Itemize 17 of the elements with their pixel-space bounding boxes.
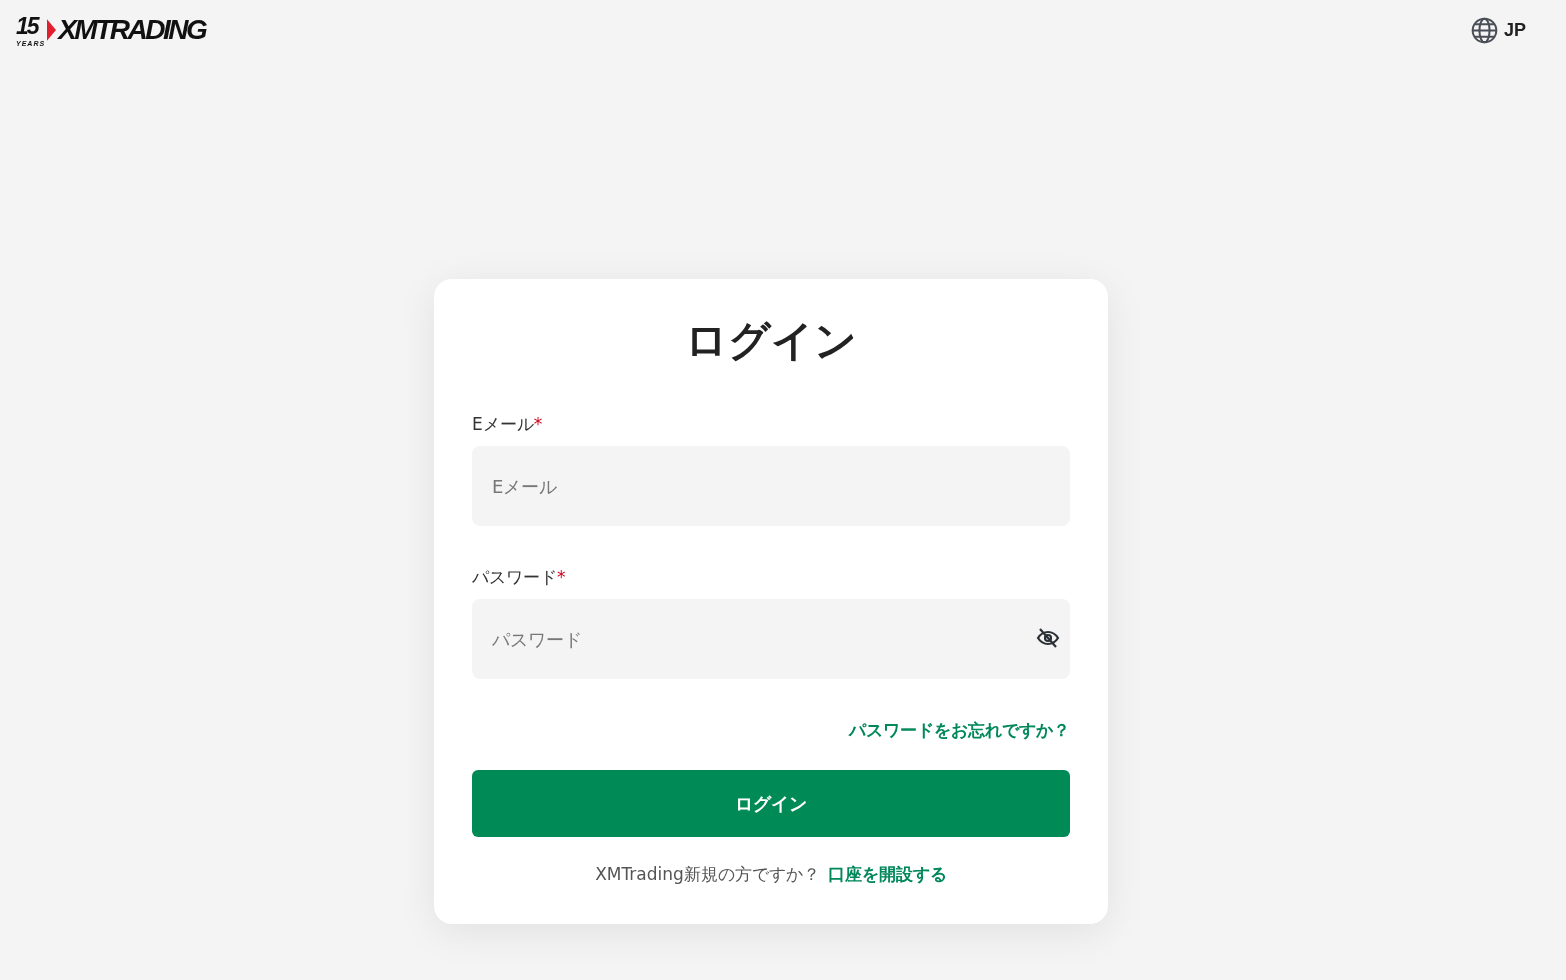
logo-wordmark[interactable]: XMTRADING xyxy=(58,14,206,46)
eye-slash-icon[interactable] xyxy=(1036,627,1060,649)
triangle-icon xyxy=(47,18,57,42)
signup-prompt: XMTrading新規の方ですか？ xyxy=(595,863,820,886)
email-field[interactable]: Eメール xyxy=(472,446,1070,526)
open-account-link[interactable]: 口座を開設する xyxy=(827,863,947,886)
language-button[interactable]: JP xyxy=(1470,16,1526,44)
logo-number: 15 xyxy=(16,13,40,40)
required-mark: * xyxy=(557,567,566,587)
login-button[interactable]: ログイン xyxy=(472,770,1070,837)
field-label: Eメール xyxy=(472,414,534,434)
required-mark: * xyxy=(533,414,543,434)
login-title: ログイン xyxy=(684,315,858,367)
globe-icon xyxy=(1470,16,1498,44)
password-field[interactable]: パスワード xyxy=(472,599,1070,679)
forgot-password-link[interactable]: パスワードをお忘れですか？ xyxy=(849,719,1070,742)
field-label: パスワード xyxy=(472,567,557,587)
